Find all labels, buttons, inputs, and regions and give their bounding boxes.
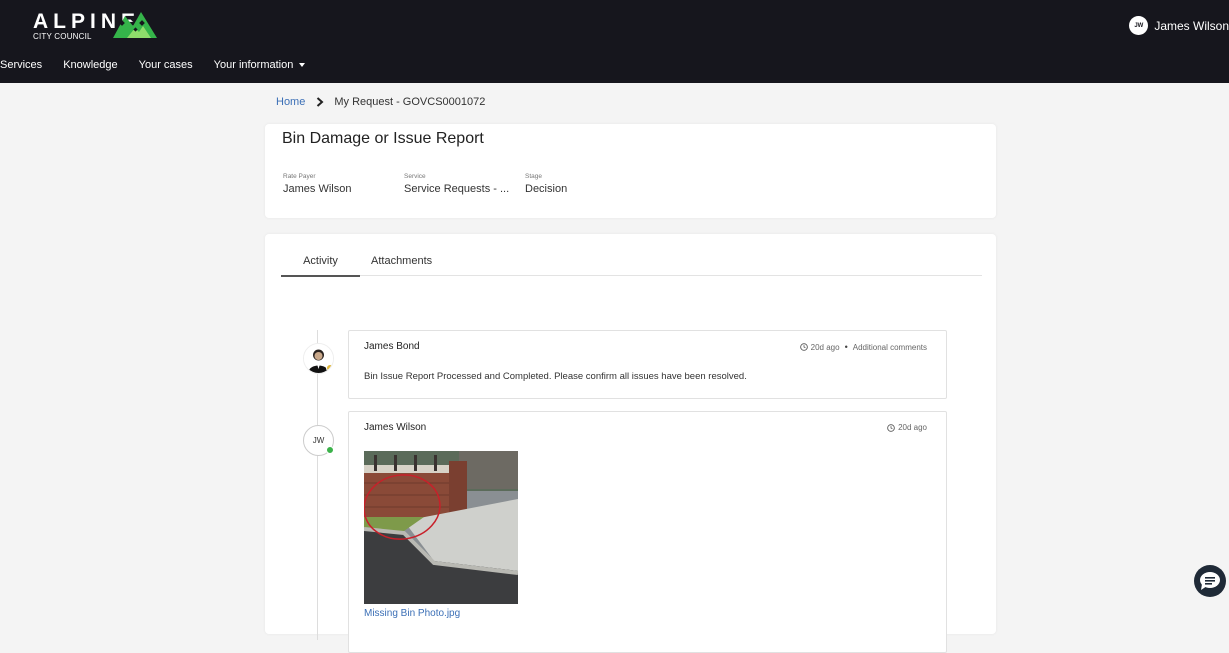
james-wilson-avatar: JW	[303, 425, 334, 456]
clock-icon	[799, 343, 808, 351]
main-nav: Services Knowledge Your cases Your infor…	[0, 59, 306, 71]
online-status-dot	[326, 446, 334, 454]
breadcrumb: Home My Request - GOVCS0001072	[276, 96, 485, 108]
james-bond-avatar	[303, 343, 334, 374]
entry-time: 20d ago	[898, 423, 927, 432]
tab-bar: Activity Attachments	[281, 255, 982, 277]
activity-card: Activity Attachments James Bond 20d ago …	[265, 234, 996, 653]
nav-your-information-label: Your information	[213, 59, 294, 71]
timeline-line	[317, 330, 318, 640]
field-value: Decision	[525, 183, 568, 195]
status-dot	[326, 364, 333, 372]
nav-services[interactable]: Services	[0, 59, 42, 71]
breadcrumb-home-link[interactable]: Home	[276, 96, 305, 108]
tab-activity[interactable]: Activity	[281, 255, 360, 277]
attachment-thumbnail[interactable]	[364, 451, 518, 604]
field-service: Service Service Requests - ...	[404, 173, 509, 195]
avatar-initials: JW	[312, 436, 325, 445]
chat-bubble-icon	[1200, 572, 1220, 590]
case-summary-card: Bin Damage or Issue Report Rate Payer Ja…	[265, 124, 996, 218]
field-value: James Wilson	[283, 183, 352, 195]
caret-down-icon	[299, 63, 306, 68]
activity-entry: James Bond 20d ago • Additional comments…	[348, 330, 947, 399]
user-menu[interactable]: JW James Wilson	[1129, 16, 1229, 35]
field-stage: Stage Decision	[525, 173, 567, 195]
entry-meta: 20d ago	[887, 423, 927, 432]
entry-type: Additional comments	[852, 342, 927, 352]
entry-text: Bin Issue Report Processed and Completed…	[364, 371, 747, 382]
field-value: Service Requests - ...	[404, 183, 510, 195]
nav-your-cases[interactable]: Your cases	[139, 59, 193, 71]
nav-knowledge[interactable]: Knowledge	[63, 59, 117, 71]
tab-attachments[interactable]: Attachments	[371, 255, 432, 275]
top-header: ALPINE CITY COUNCIL JW James Wilson Serv…	[0, 0, 1229, 83]
meta-separator: •	[844, 342, 848, 352]
user-name: James Wilson	[1154, 18, 1229, 33]
entry-meta: 20d ago • Additional comments	[799, 342, 927, 352]
case-title: Bin Damage or Issue Report	[282, 130, 484, 147]
chat-button[interactable]	[1194, 565, 1226, 597]
entry-time: 20d ago	[810, 342, 840, 352]
nav-your-information[interactable]: Your information	[214, 59, 306, 71]
clock-icon	[887, 423, 895, 432]
entry-author: James Wilson	[364, 422, 427, 433]
logo-mountain-icon	[113, 12, 157, 38]
entry-author: James Bond	[364, 341, 420, 352]
attachment-link[interactable]: Missing Bin Photo.jpg	[364, 608, 460, 619]
field-label: Rate Payer	[283, 173, 316, 180]
breadcrumb-current: My Request - GOVCS0001072	[334, 96, 486, 108]
activity-entry: James Wilson 20d ago Missing Bin Photo.j…	[348, 411, 947, 653]
user-avatar: JW	[1129, 16, 1149, 35]
damaged-bin-photo	[364, 451, 518, 604]
field-label: Service	[404, 173, 426, 180]
field-rate-payer: Rate Payer James Wilson	[283, 173, 351, 195]
chevron-right-icon	[317, 97, 324, 107]
field-label: Stage	[525, 173, 542, 180]
